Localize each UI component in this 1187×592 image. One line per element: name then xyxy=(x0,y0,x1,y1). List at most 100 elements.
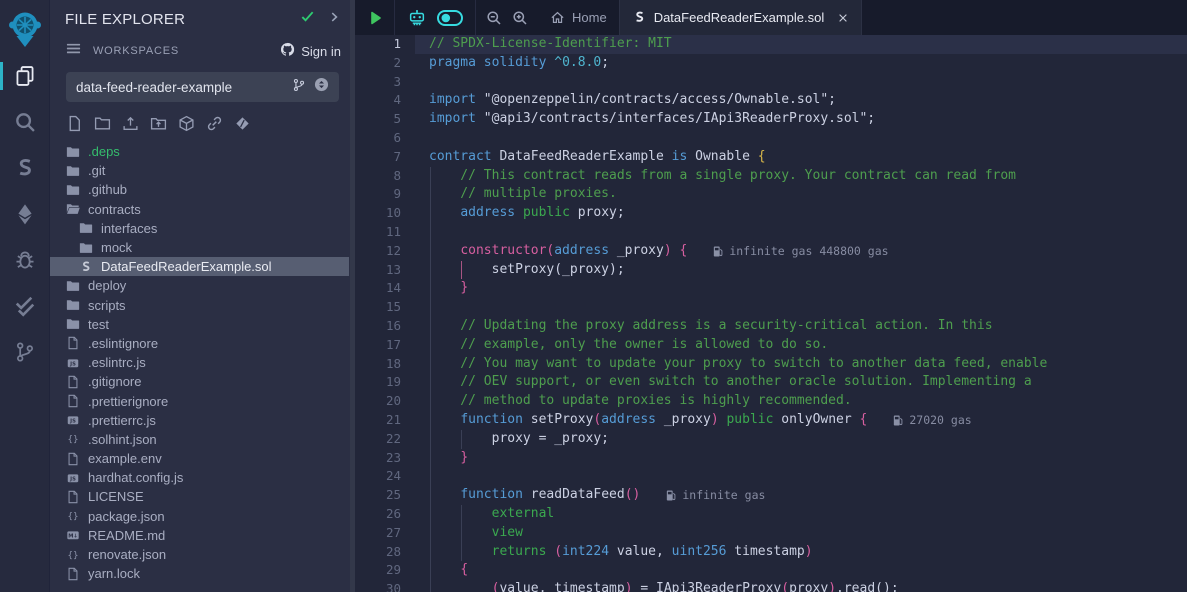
line-content: { xyxy=(415,561,1187,580)
activity-solidity-unit-testing[interactable] xyxy=(0,283,50,329)
gas-estimate: infinite gas xyxy=(666,486,765,505)
activity-debugger[interactable] xyxy=(0,237,50,283)
line-content: // This contract reads from a single pro… xyxy=(415,167,1187,186)
workspace-select[interactable]: data-feed-reader-example xyxy=(66,72,339,102)
code-line-3: 3 xyxy=(355,73,1187,92)
zoom-out-button[interactable] xyxy=(486,10,502,26)
line-content: address public proxy; xyxy=(415,204,1187,223)
tree-item-README.md[interactable]: M↓README.md xyxy=(50,526,349,545)
git-branch-icon[interactable] xyxy=(292,78,306,97)
indent-guide xyxy=(430,561,431,580)
tree-item-.prettierignore[interactable]: .prettierignore xyxy=(50,391,349,410)
chevron-right-icon xyxy=(327,10,341,24)
activity-file-explorer[interactable] xyxy=(0,53,50,99)
activity-solidity-compiler[interactable] xyxy=(0,145,50,191)
remix-ide-window: FILE EXPLORER WORKSPACES Sign in data-fe… xyxy=(0,0,1187,592)
line-number: 18 xyxy=(355,355,415,374)
home-icon xyxy=(550,10,565,25)
tab-strip: Home DataFeedReaderExample.sol xyxy=(538,0,862,35)
activity-search[interactable] xyxy=(0,99,50,145)
line-content: setProxy(_proxy); xyxy=(415,261,1187,280)
tree-item-.prettierrc.js[interactable]: JS.prettierrc.js xyxy=(50,411,349,430)
tab-Home[interactable]: Home xyxy=(538,0,619,35)
workspaces-row: WORKSPACES Sign in xyxy=(50,33,355,63)
js-file-icon: JS xyxy=(66,413,80,427)
indent-guide xyxy=(430,467,431,486)
zoom-out-icon xyxy=(486,10,502,26)
code-line-27: 27 view xyxy=(355,524,1187,543)
import-link-icon[interactable] xyxy=(206,115,223,132)
indent-guide xyxy=(430,449,431,468)
activity-git[interactable] xyxy=(0,329,50,375)
svg-text:JS: JS xyxy=(69,476,76,482)
close-tab-icon[interactable] xyxy=(837,12,849,24)
sign-in-button[interactable]: Sign in xyxy=(280,42,341,60)
ipfs-cube-icon[interactable] xyxy=(178,115,195,132)
line-number: 21 xyxy=(355,411,415,430)
upload-folder-icon[interactable] xyxy=(150,115,167,132)
tree-item-hardhat.config.js[interactable]: JShardhat.config.js xyxy=(50,468,349,487)
tree-item-.eslintrc.js[interactable]: JS.eslintrc.js xyxy=(50,353,349,372)
tree-item-.solhint.json[interactable]: {}.solhint.json xyxy=(50,430,349,449)
tree-item-.git[interactable]: .git xyxy=(50,161,349,180)
tab-label: Home xyxy=(572,10,607,25)
code-line-5: 5import "@api3/contracts/interfaces/IApi… xyxy=(355,110,1187,129)
folder-icon xyxy=(66,317,80,331)
indent-guide xyxy=(430,430,431,449)
code-line-17: 17 // example, only the owner is allowed… xyxy=(355,336,1187,355)
code-editor[interactable]: 1// SPDX-License-Identifier: MIT2pragma … xyxy=(355,35,1187,592)
activity-deploy-and-run[interactable] xyxy=(0,191,50,237)
zoom-in-button[interactable] xyxy=(512,10,528,26)
tree-item-yarn.lock[interactable]: yarn.lock xyxy=(50,564,349,583)
tree-item-label: DataFeedReaderExample.sol xyxy=(101,259,272,274)
tree-item-.gitignore[interactable]: .gitignore xyxy=(50,372,349,391)
tree-item-test[interactable]: test xyxy=(50,315,349,334)
folder-icon xyxy=(66,183,80,197)
json-file-icon: {} xyxy=(66,548,80,562)
tree-item-DataFeedReaderExample.sol[interactable]: DataFeedReaderExample.sol xyxy=(50,257,349,276)
tree-item-renovate.json[interactable]: {}renovate.json xyxy=(50,545,349,564)
tree-item-scripts[interactable]: scripts xyxy=(50,296,349,315)
line-number: 19 xyxy=(355,373,415,392)
upload-file-icon[interactable] xyxy=(122,115,139,132)
tree-item-.eslintignore[interactable]: .eslintignore xyxy=(50,334,349,353)
tree-item-.deps[interactable]: .deps xyxy=(50,142,349,161)
tree-item-.github[interactable]: .github xyxy=(50,180,349,199)
line-content: // method to update proxies is highly re… xyxy=(415,392,1187,411)
tree-item-contracts[interactable]: contracts xyxy=(50,200,349,219)
code-line-2: 2pragma solidity ^0.8.0; xyxy=(355,54,1187,73)
tree-item-example.env[interactable]: example.env xyxy=(50,449,349,468)
sort-circle-icon xyxy=(314,77,329,92)
tree-item-LICENSE[interactable]: LICENSE xyxy=(50,487,349,506)
tree-item-interfaces[interactable]: interfaces xyxy=(50,219,349,238)
line-number: 8 xyxy=(355,167,415,186)
remix-logo-icon xyxy=(7,10,43,48)
tree-item-package.json[interactable]: {}package.json xyxy=(50,507,349,526)
publish-gist-icon[interactable] xyxy=(234,115,251,132)
ai-assistant-button[interactable] xyxy=(407,9,427,27)
ethereum-icon xyxy=(14,203,36,225)
new-file-icon[interactable] xyxy=(66,115,83,132)
svg-text:{}: {} xyxy=(67,511,78,522)
chevron-right-icon[interactable] xyxy=(327,10,341,29)
solidity-file-icon xyxy=(79,260,93,274)
line-number: 6 xyxy=(355,129,415,148)
tree-item-label: .solhint.json xyxy=(88,432,157,447)
tree-item-mock[interactable]: mock xyxy=(50,238,349,257)
line-content: external xyxy=(415,505,1187,524)
solidity-file-icon xyxy=(632,10,647,25)
run-script-button[interactable] xyxy=(367,10,383,26)
new-folder-icon[interactable] xyxy=(94,115,111,132)
tab-DataFeedReaderExample.sol[interactable]: DataFeedReaderExample.sol xyxy=(619,0,863,35)
hamburger-menu-icon[interactable] xyxy=(66,41,81,61)
line-content: (value, timestamp) = IApi3ReaderProxy(pr… xyxy=(415,580,1187,592)
line-content: // Updating the proxy address is a secur… xyxy=(415,317,1187,336)
ai-copilot-toggle-button[interactable] xyxy=(437,10,463,26)
line-content: function setProxy(address _proxy) public… xyxy=(415,411,1187,430)
sign-in-label: Sign in xyxy=(301,44,341,59)
activity-remix-logo[interactable] xyxy=(0,5,50,53)
folder-icon xyxy=(79,221,93,235)
tree-item-deploy[interactable]: deploy xyxy=(50,276,349,295)
code-line-23: 23 } xyxy=(355,449,1187,468)
workspace-dropdown-icon[interactable] xyxy=(314,77,329,97)
